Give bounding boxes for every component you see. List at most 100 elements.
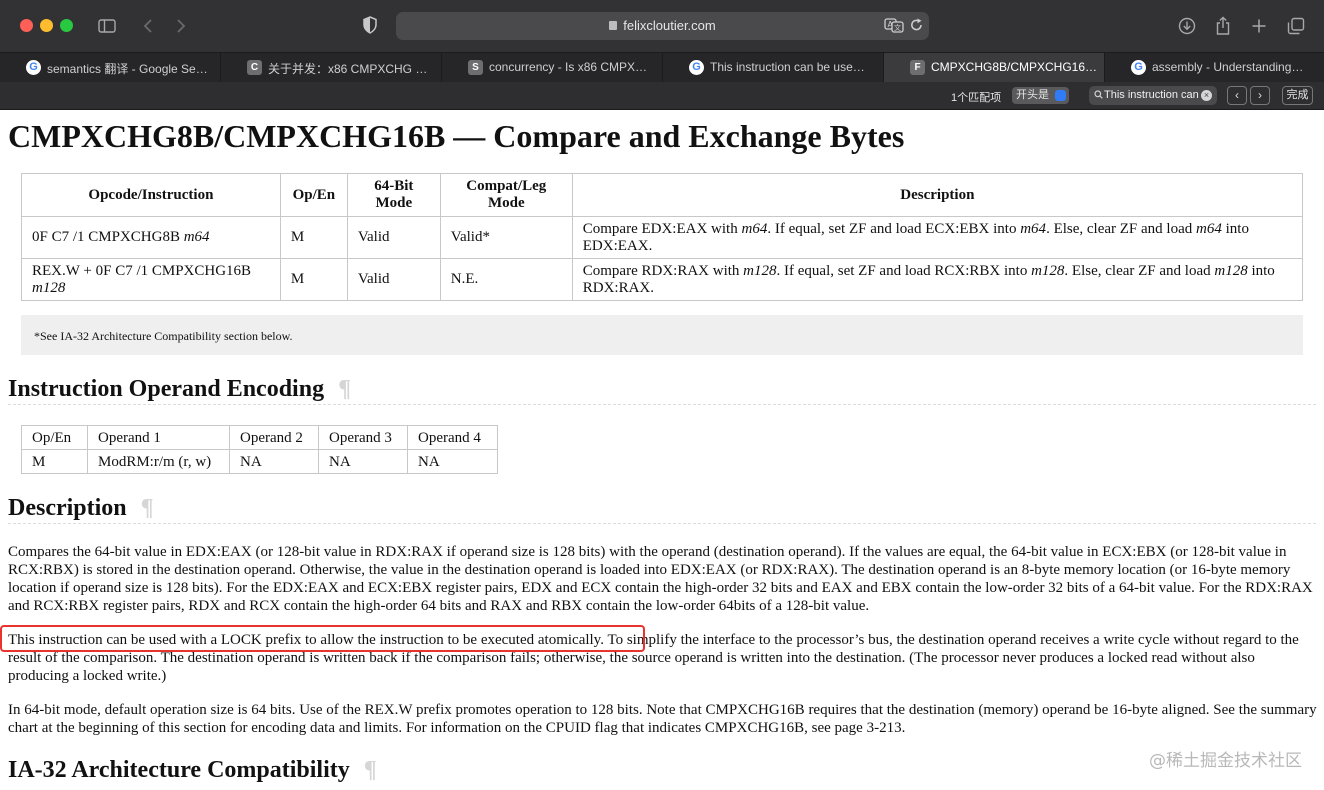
opcode-text: 0F C7 /1 CMPXCHG8B [32,229,184,245]
tab-cmpxchg8b-active[interactable]: F CMPXCHG8B/CMPXCHG16… [884,53,1105,82]
encoding-heading: Instruction Operand Encoding ¶ [8,376,351,403]
header-compat: Compat/Leg Mode [439,173,573,217]
find-mode-label: 开头是 [1016,89,1049,101]
operand-italic: m64 [183,229,210,245]
opcode-text: REX.W + 0F C7 /1 CMPXCHG16B [32,262,252,279]
table-row: REX.W + 0F C7 /1 CMPXCHG16B m128 M Valid… [21,258,1304,301]
header-operand1: Operand 1 [87,425,230,450]
operand1-cell: ModRM:r/m (r, w) [87,449,230,474]
lock-icon [609,21,618,30]
tab-stackoverflow-concurrency[interactable]: S concurrency - Is x86 CMPX… [442,53,663,82]
tab-label: concurrency - Is x86 CMPX… [489,60,648,74]
minimize-window-button[interactable] [40,19,53,32]
clear-icon[interactable]: × [1201,90,1212,101]
translate-icon[interactable]: A文 [884,17,904,38]
find-done-button[interactable]: 完成 [1282,86,1313,105]
forward-arrow-icon[interactable] [169,14,193,38]
watermark-text: @稀土掘金技术社区 [1149,751,1302,771]
felixcloutier-favicon-icon: F [910,60,925,75]
opcode-cell: 0F C7 /1 CMPXCHG8B m64 [21,216,281,259]
operand-italic: m128 [32,279,66,296]
open-cell: M [279,258,348,301]
close-window-button[interactable] [20,19,33,32]
chevron-updown-icon [1055,90,1066,101]
page-title: CMPXCHG8B/CMPXCHG16B — Compare and Excha… [8,118,905,154]
tab-google-semantics[interactable]: G semantics 翻译 - Google Se… [0,53,221,82]
anchor-link-icon[interactable]: ¶ [338,376,351,402]
sidebar-toggle-icon[interactable] [95,14,119,38]
description-paragraph-1: Compares the 64-bit value in EDX:EAX (or… [8,544,1313,614]
operand-table-header: Op/En Operand 1 Operand 2 Operand 3 Oper… [21,425,498,450]
opcode-table: Opcode/Instruction Op/En 64-Bit Mode Com… [21,173,1304,301]
opcode-table-header: Opcode/Instruction Op/En 64-Bit Mode Com… [21,173,1304,217]
header-description: Description [571,173,1304,217]
description-cell: Compare RDX:RAX with m128. If equal, set… [571,258,1304,301]
header-operand4: Operand 4 [407,425,498,450]
find-next-button[interactable]: › [1250,86,1270,105]
back-arrow-icon[interactable] [136,14,160,38]
reload-icon[interactable] [910,18,923,37]
open-cell: M [279,216,348,259]
privacy-shield-icon[interactable] [362,16,378,39]
description-paragraph-3: In 64-bit mode, default operation size i… [8,702,1317,736]
section-divider [8,404,1316,405]
operand-encoding-table: Op/En Operand 1 Operand 2 Operand 3 Oper… [21,425,498,474]
find-mode-select[interactable]: 开头是 [1012,87,1069,104]
header-opcode: Opcode/Instruction [21,173,281,217]
anchor-link-icon[interactable]: ¶ [364,757,377,783]
tab-google-assembly[interactable]: G assembly - Understanding… [1105,53,1324,82]
find-bar: 1个匹配项 开头是 This instruction can × ‹ › 完成 [0,82,1324,110]
tab-overview-icon[interactable] [1284,14,1308,38]
opcode-cell: REX.W + 0F C7 /1 CMPXCHG16B m128 [21,258,281,301]
table-row: 0F C7 /1 CMPXCHG8B m64 M Valid Valid* Co… [21,216,1304,259]
svg-text:文: 文 [894,23,901,32]
table-row: M ModRM:r/m (r, w) NA NA NA [21,449,498,474]
tab-label: assembly - Understanding… [1152,60,1304,74]
search-icon [1094,90,1103,102]
ia32-compat-heading: IA-32 Architecture Compatibility ¶ [8,757,377,784]
zoom-window-button[interactable] [60,19,73,32]
compatibility-footnote: *See IA-32 Architecture Compatibility se… [21,315,1303,355]
heading-text: IA-32 Architecture Compatibility [8,757,350,783]
description-cell: Compare EDX:EAX with m64. If equal, set … [571,216,1304,259]
header-64bit: 64-Bit Mode [346,173,441,217]
share-icon[interactable] [1211,14,1235,38]
google-favicon-icon: G [26,60,41,75]
tab-label: 关于并发：x86 CMPXCHG … [268,62,428,76]
description-paragraph-2: This instruction can be used with a LOCK… [8,631,1318,685]
find-query: This instruction can [1104,89,1199,101]
compat-cell: Valid* [439,216,573,259]
url-display[interactable]: felixcloutier.com [396,18,929,33]
tab-bar: G semantics 翻译 - Google Se… C 关于并发：x86 C… [0,52,1324,82]
find-previous-button[interactable]: ‹ [1227,86,1247,105]
header-operand2: Operand 2 [229,425,319,450]
mode64-cell: Valid [346,258,441,301]
heading-text: Description [8,495,127,521]
tab-cmpxchg-concurrency[interactable]: C 关于并发：x86 CMPXCHG … [221,53,442,82]
tab-label: CMPXCHG8B/CMPXCHG16… [931,60,1098,74]
header-operand3: Operand 3 [318,425,408,450]
google-favicon-icon: G [1131,60,1146,75]
section-divider [8,523,1316,524]
new-tab-plus-icon[interactable] [1247,14,1271,38]
google-favicon-icon: G [689,60,704,75]
tab-label: semantics 翻译 - Google Se… [47,62,208,76]
header-open: Op/En [21,425,88,450]
open-cell: M [21,449,88,474]
site-favicon-icon: C [247,60,262,75]
window-titlebar: felixcloutier.com A文 [0,0,1324,52]
heading-text: Instruction Operand Encoding [8,376,325,402]
url-text: felixcloutier.com [623,18,716,33]
site-favicon-icon: S [468,60,483,75]
operand2-cell: NA [229,449,319,474]
tab-google-this-instruction[interactable]: G This instruction can be use… [663,53,884,82]
find-input[interactable]: This instruction can × [1089,86,1217,105]
downloads-icon[interactable] [1175,14,1199,38]
highlighted-lock-sentence: This instruction can be used with a LOCK… [8,632,604,648]
anchor-link-icon[interactable]: ¶ [141,495,154,521]
tab-label: This instruction can be use… [710,60,865,74]
address-bar[interactable]: felixcloutier.com A文 [363,12,929,40]
header-open: Op/En [279,173,348,217]
page-content: CMPXCHG8B/CMPXCHG16B — Compare and Excha… [0,110,1324,790]
find-match-count: 1个匹配项 [951,92,1002,104]
